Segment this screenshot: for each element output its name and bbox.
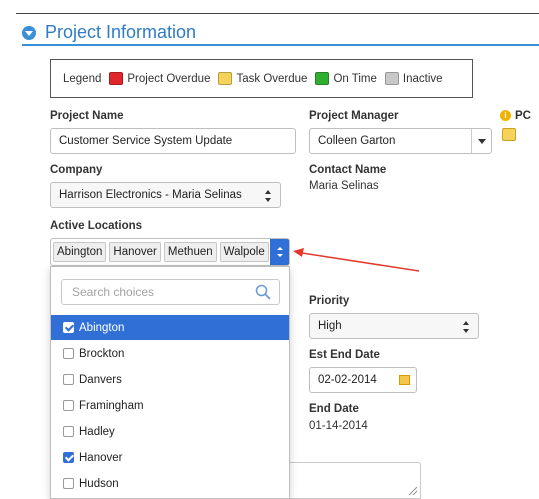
- legend-box: Legend Project Overdue Task Overdue On T…: [50, 59, 473, 98]
- calendar-icon[interactable]: [399, 375, 410, 385]
- checkbox-icon[interactable]: [63, 348, 74, 359]
- legend-title: Legend: [63, 72, 102, 85]
- est-end-date-value: 02-02-2014: [318, 374, 377, 386]
- legend-item-inactive: Inactive: [384, 72, 447, 85]
- location-option-hanover[interactable]: Hanover: [51, 445, 289, 470]
- green-status-icon: [315, 72, 330, 85]
- search-placeholder: Search choices: [72, 285, 155, 299]
- collapse-chevron-icon[interactable]: [22, 25, 36, 40]
- section-header[interactable]: Project Information: [22, 22, 196, 43]
- project-name-input[interactable]: Customer Service System Update: [50, 128, 296, 154]
- task-overdue-status-icon: [502, 128, 516, 141]
- location-tag[interactable]: Hanover: [109, 242, 161, 262]
- checkbox-icon[interactable]: [63, 374, 74, 385]
- priority-select[interactable]: High: [309, 313, 479, 339]
- red-status-icon: [109, 72, 124, 85]
- legend-item-task-overdue: Task Overdue: [218, 72, 311, 85]
- resize-handle-icon[interactable]: [409, 487, 417, 495]
- project-manager-label: Project Manager: [309, 110, 399, 122]
- select-arrows-icon: [265, 190, 271, 202]
- location-tag[interactable]: Abington: [53, 242, 107, 262]
- option-label: Hudson: [79, 477, 119, 490]
- notes-textarea[interactable]: [290, 462, 421, 499]
- end-date-label: End Date: [309, 403, 359, 415]
- option-label: Brockton: [79, 347, 125, 360]
- top-divider: [16, 13, 539, 14]
- location-tag[interactable]: Methuen: [163, 242, 217, 262]
- project-name-label: Project Name: [50, 110, 124, 122]
- location-option-brockton[interactable]: Brockton: [51, 341, 289, 366]
- search-choices-input[interactable]: Search choices: [61, 279, 280, 305]
- contact-name-value: Maria Selinas: [309, 180, 379, 192]
- location-option-hadley[interactable]: Hadley: [51, 419, 289, 444]
- option-label: Abington: [79, 321, 125, 334]
- option-label: Framingham: [79, 399, 144, 412]
- checkbox-checked-icon[interactable]: [63, 452, 74, 463]
- location-option-abington[interactable]: Abington: [51, 315, 289, 340]
- checkbox-icon[interactable]: [63, 426, 74, 437]
- legend-item-on-time: On Time: [315, 72, 380, 85]
- est-end-date-label: Est End Date: [309, 349, 380, 361]
- info-icon[interactable]: i: [500, 110, 511, 121]
- end-date-value: 01-14-2014: [309, 420, 368, 432]
- project-manager-value: Colleen Garton: [318, 135, 396, 147]
- checkbox-checked-icon[interactable]: [63, 322, 74, 333]
- option-label: Danvers: [79, 373, 122, 386]
- location-option-danvers[interactable]: Danvers: [51, 367, 289, 392]
- location-tag[interactable]: Walpole: [219, 242, 269, 262]
- priority-value: High: [318, 320, 342, 332]
- company-value: Harrison Electronics - Maria Selinas: [59, 189, 242, 201]
- checkbox-icon[interactable]: [63, 400, 74, 411]
- company-select[interactable]: Harrison Electronics - Maria Selinas: [50, 182, 281, 208]
- location-option-framingham[interactable]: Framingham: [51, 393, 289, 418]
- location-option-hudson[interactable]: Hudson: [51, 471, 289, 496]
- company-label: Company: [50, 164, 103, 176]
- yellow-status-icon: [218, 72, 233, 85]
- annotation-arrow-icon: [293, 248, 420, 272]
- option-label: Hanover: [79, 451, 123, 464]
- priority-label: Priority: [309, 295, 350, 307]
- section-underline: [22, 44, 539, 46]
- search-icon: [255, 284, 271, 300]
- select-arrows-icon: [463, 321, 469, 333]
- checkbox-icon[interactable]: [63, 478, 74, 489]
- multiselect-toggle-button[interactable]: [270, 239, 289, 265]
- section-title: Project Information: [45, 22, 197, 42]
- est-end-date-input[interactable]: 02-02-2014: [309, 367, 417, 393]
- select-arrows-icon: [277, 247, 283, 257]
- gray-status-icon: [384, 72, 399, 85]
- option-label: Hadley: [79, 425, 115, 438]
- pc-label: PC: [515, 110, 531, 122]
- locations-dropdown: Search choices Abington Brockton Danvers…: [50, 266, 290, 499]
- active-locations-multiselect[interactable]: Abington Hanover Methuen Walpole: [50, 238, 290, 266]
- project-manager-select[interactable]: Colleen Garton: [309, 128, 492, 154]
- active-locations-label: Active Locations: [50, 220, 143, 232]
- chevron-down-icon[interactable]: [471, 129, 491, 153]
- legend-item-project-overdue: Project Overdue: [109, 72, 214, 85]
- contact-name-label: Contact Name: [309, 164, 387, 176]
